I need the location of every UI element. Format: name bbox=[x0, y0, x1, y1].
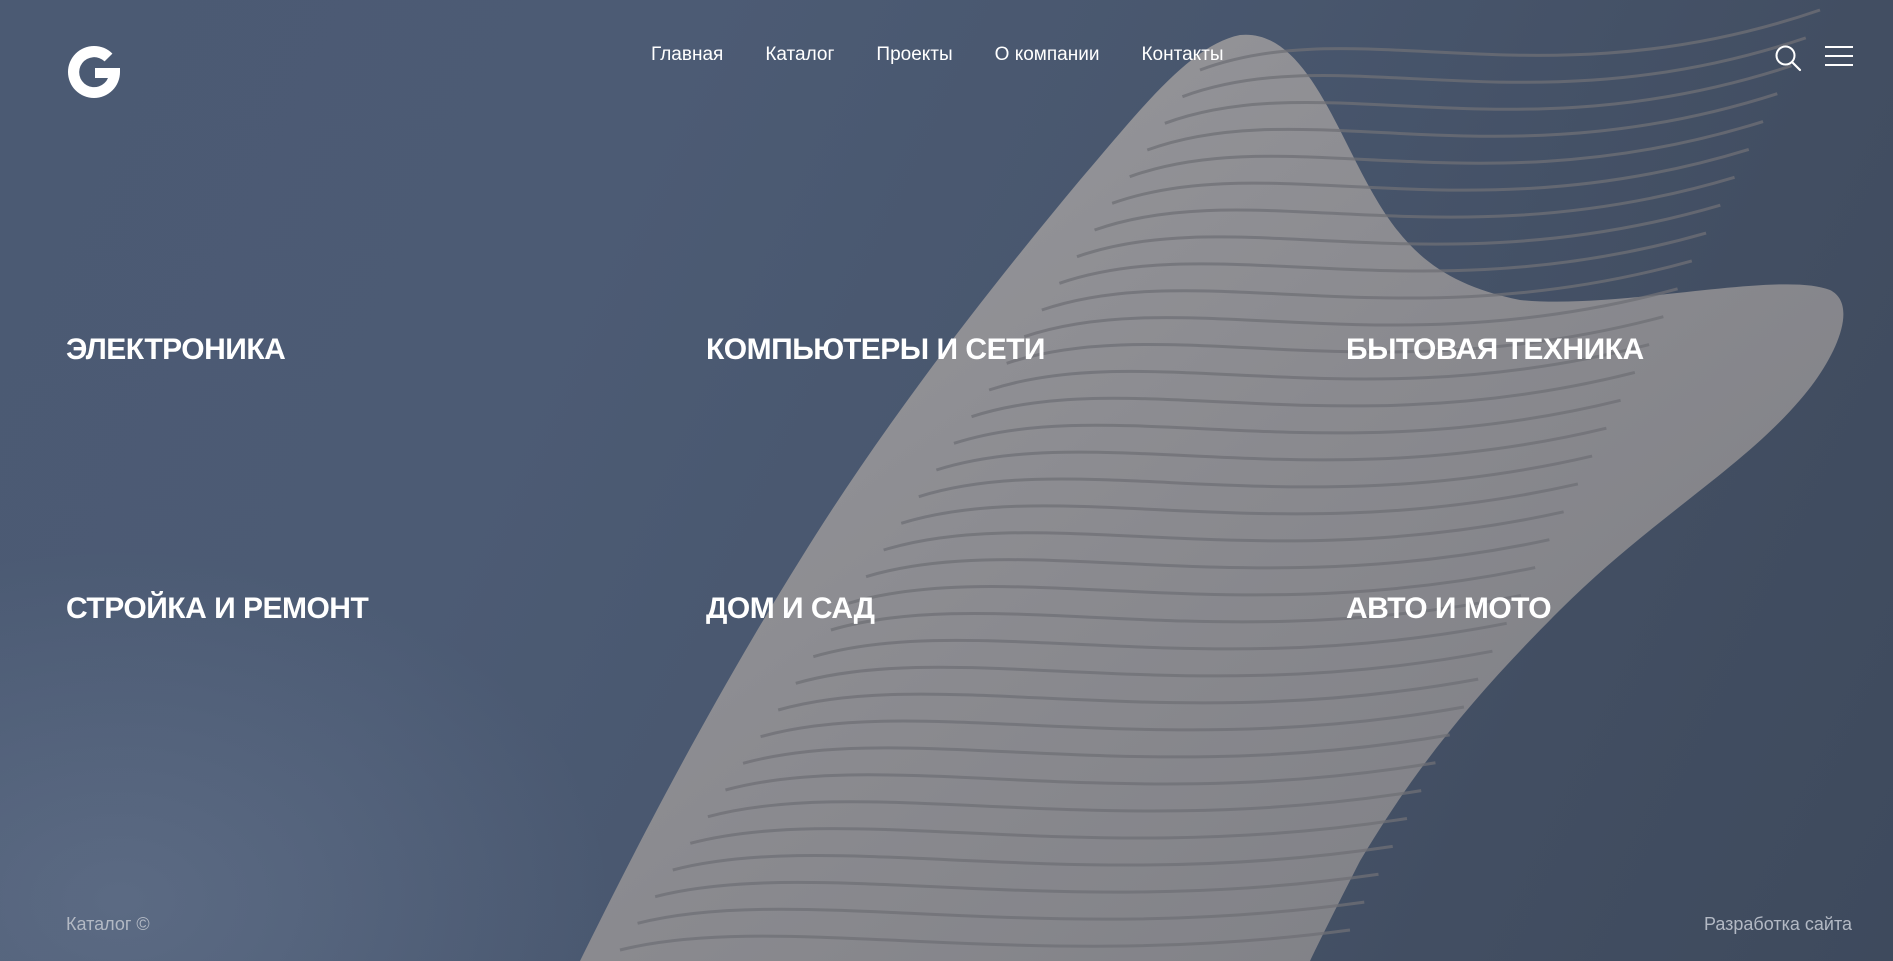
search-icon[interactable] bbox=[1774, 44, 1802, 72]
nav-item-projects[interactable]: Проекты bbox=[876, 44, 952, 66]
menu-line bbox=[1825, 64, 1853, 66]
main-nav: Главная Каталог Проекты О компании Конта… bbox=[651, 44, 1224, 66]
category-electronics[interactable]: ЭЛЕКТРОНИКА bbox=[66, 333, 286, 367]
category-computers-networks[interactable]: КОМПЬЮТЕРЫ И СЕТИ bbox=[706, 333, 1045, 367]
sculpture-rib bbox=[760, 705, 1465, 739]
sculpture-rib bbox=[1094, 175, 1735, 232]
sculpture-rib bbox=[883, 510, 1564, 552]
background-gradient bbox=[0, 0, 1893, 961]
footer-developer-link[interactable]: Разработка сайта bbox=[1704, 914, 1852, 935]
sculpture-rib bbox=[1058, 231, 1707, 285]
sculpture-rib bbox=[654, 872, 1379, 899]
menu-line bbox=[1825, 46, 1853, 48]
nav-item-catalog[interactable]: Каталог bbox=[765, 44, 834, 66]
page: Главная Каталог Проекты О компании Конта… bbox=[0, 0, 1893, 961]
site-header: Главная Каталог Проекты О компании Конта… bbox=[0, 0, 1893, 120]
sculpture-rib bbox=[935, 426, 1607, 472]
category-home-garden[interactable]: ДОМ И САД bbox=[706, 592, 875, 626]
sculpture-rib bbox=[795, 649, 1493, 685]
nav-item-home[interactable]: Главная bbox=[651, 44, 723, 66]
sculpture-rib bbox=[619, 928, 1351, 952]
sculpture-rib bbox=[812, 621, 1507, 659]
nav-item-about[interactable]: О компании bbox=[995, 44, 1100, 66]
wavy-sculpture-image bbox=[580, 8, 1844, 961]
category-home-appliances[interactable]: БЫТОВАЯ ТЕХНИКА bbox=[1346, 333, 1644, 367]
sculpture-rib bbox=[953, 398, 1621, 445]
g-logo-icon[interactable] bbox=[64, 42, 124, 102]
sculpture-rib bbox=[1076, 203, 1721, 259]
sculpture-rib bbox=[707, 789, 1422, 819]
sculpture-rib bbox=[742, 733, 1450, 765]
sculpture-rib bbox=[1111, 147, 1750, 205]
nav-item-contacts[interactable]: Контакты bbox=[1141, 44, 1223, 66]
hamburger-menu-icon[interactable] bbox=[1825, 46, 1853, 68]
sculpture-rib bbox=[1023, 287, 1678, 339]
sculpture-rib bbox=[1129, 120, 1764, 179]
sculpture-rib bbox=[971, 370, 1636, 419]
category-construction-repair[interactable]: СТРОЙКА И РЕМОНТ bbox=[66, 592, 369, 626]
sculpture-rib bbox=[689, 817, 1408, 845]
sculpture-rib bbox=[900, 482, 1579, 525]
sculpture-rib bbox=[918, 454, 1593, 499]
sculpture-rib bbox=[865, 538, 1550, 579]
menu-line bbox=[1825, 55, 1853, 57]
sculpture-rib bbox=[637, 900, 1365, 925]
sculpture-rib bbox=[672, 844, 1393, 872]
sculpture-rib bbox=[1041, 259, 1693, 312]
sculpture-rib bbox=[725, 761, 1436, 792]
sculpture-rib bbox=[777, 677, 1479, 712]
category-auto-moto[interactable]: АВТО И МОТО bbox=[1346, 592, 1552, 626]
footer-copyright: Каталог © bbox=[66, 914, 150, 934]
